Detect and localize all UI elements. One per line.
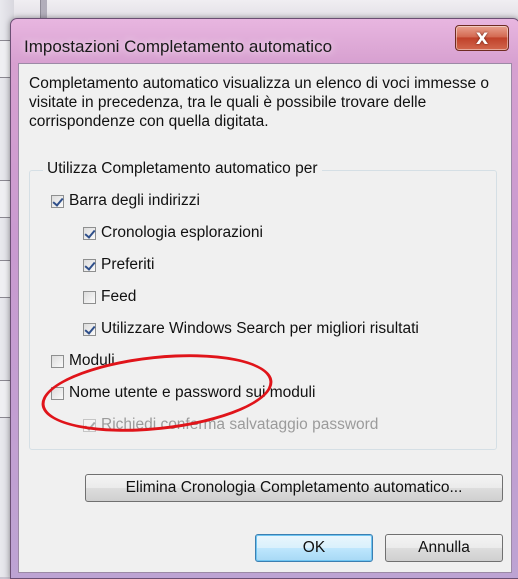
checkbox-address-bar[interactable]: Barra degli indirizzi — [51, 192, 200, 210]
checkbox-windows-search[interactable]: Utilizzare Windows Search per migliori r… — [83, 320, 419, 338]
checkbox-icon[interactable] — [83, 226, 96, 240]
autocomplete-settings-dialog: Impostazioni Completamento automatico X … — [10, 18, 518, 579]
checkbox-ask-save-password: Richiedi conferma salvataggio password — [83, 416, 378, 434]
checkbox-favorites[interactable]: Preferiti — [83, 256, 154, 274]
description-text: Completamento automatico visualizza un e… — [29, 75, 490, 130]
checkbox-icon[interactable] — [83, 290, 96, 304]
ok-button[interactable]: OK — [255, 534, 373, 562]
checkbox-icon[interactable] — [83, 322, 96, 336]
checkbox-icon[interactable] — [51, 386, 64, 400]
checkbox-label: Richiedi conferma salvataggio password — [101, 416, 379, 433]
checkbox-usernames-passwords[interactable]: Nome utente e password sui moduli — [51, 384, 315, 402]
cancel-button[interactable]: Annulla — [385, 534, 503, 562]
checkbox-forms[interactable]: Moduli — [51, 352, 115, 370]
close-icon: X — [475, 28, 489, 48]
group-label: Utilizza Completamento automatico per — [43, 160, 322, 178]
checkbox-label: Feed — [101, 288, 137, 305]
checkbox-browsing-history[interactable]: Cronologia esplorazioni — [83, 224, 263, 242]
delete-autocomplete-history-button[interactable]: Elimina Cronologia Completamento automat… — [85, 474, 503, 502]
checkbox-label: Cronologia esplorazioni — [101, 224, 263, 241]
dialog-title: Impostazioni Completamento automatico — [24, 37, 333, 56]
checkbox-feeds[interactable]: Feed — [83, 288, 136, 306]
background-window-top — [14, 0, 518, 20]
close-button[interactable]: X — [455, 25, 509, 51]
checkbox-label: Barra degli indirizzi — [69, 192, 200, 209]
checkbox-icon — [83, 418, 96, 432]
checkbox-icon[interactable] — [83, 258, 96, 272]
autocomplete-options-group — [29, 170, 497, 450]
title-bar[interactable]: Impostazioni Completamento automatico X — [11, 19, 518, 63]
checkbox-label: Moduli — [69, 352, 115, 369]
checkbox-label: Preferiti — [101, 256, 155, 273]
checkbox-label: Nome utente e password sui moduli — [69, 384, 316, 401]
checkbox-label: Utilizzare Windows Search per migliori r… — [101, 320, 419, 337]
checkbox-icon[interactable] — [51, 194, 64, 208]
checkbox-icon[interactable] — [51, 354, 64, 368]
dialog-content: Completamento automatico visualizza un e… — [18, 63, 512, 573]
